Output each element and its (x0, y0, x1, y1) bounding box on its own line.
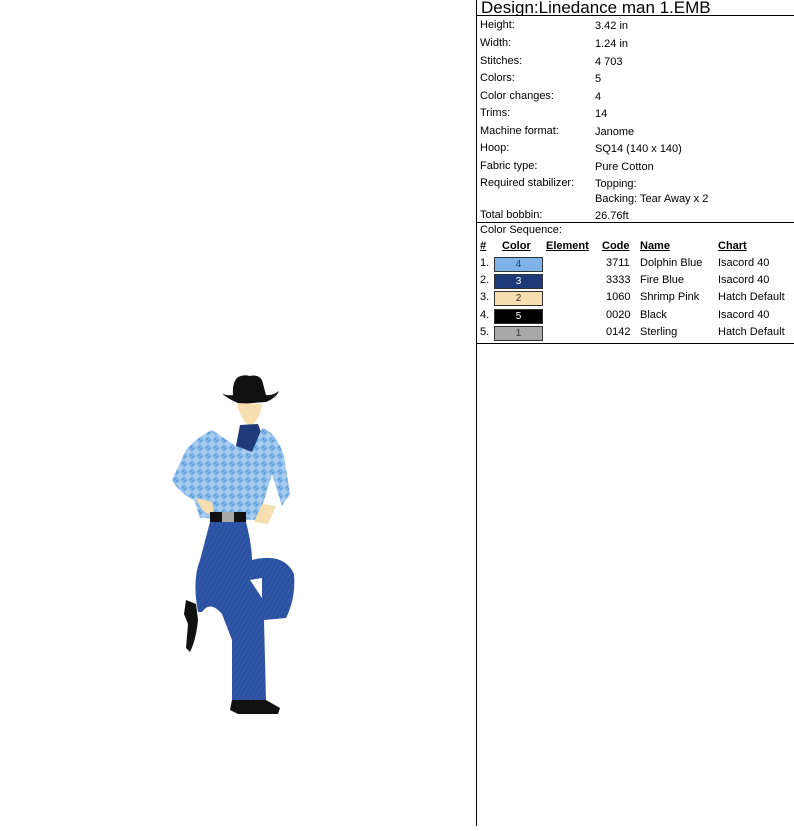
header-color: Color (502, 240, 531, 252)
thread-name: Black (640, 309, 667, 321)
color-swatch: 3 (494, 274, 543, 289)
color-swatch: 2 (494, 291, 543, 306)
thread-code: 0020 (606, 309, 631, 321)
thread-code: 3711 (606, 257, 630, 269)
header-name: Name (640, 240, 670, 252)
thread-chart: Hatch Default (718, 326, 785, 338)
thread-chart: Hatch Default (718, 291, 785, 303)
thread-code: 0142 (606, 326, 631, 338)
thread-chart: Isacord 40 (718, 274, 770, 286)
row-number: 2. (480, 274, 490, 286)
thread-name: Dolphin Blue (640, 257, 703, 269)
thread-chart: Isacord 40 (718, 257, 770, 269)
header-chart: Chart (718, 240, 747, 252)
design-title: Design:Linedance man 1.EMB (477, 0, 794, 16)
row-number: 3. (480, 291, 490, 303)
color-swatch: 1 (494, 326, 543, 341)
row-number: 4. (480, 309, 490, 321)
cowboy-dancer-embroidery (172, 375, 295, 714)
header-code: Code (602, 240, 630, 252)
header-element: Element (546, 240, 589, 252)
color-swatch: 5 (494, 309, 543, 324)
properties-table: Height: 3.42 in Width: 1.24 in Stitches:… (477, 16, 794, 223)
thread-name: Shrimp Pink (640, 291, 700, 303)
design-info-panel: Design:Linedance man 1.EMB Height: 3.42 … (477, 0, 794, 344)
color-sequence-title: Color Sequence: (480, 224, 562, 236)
header-number: # (480, 240, 487, 252)
row-number: 1. (480, 257, 490, 269)
color-sequence-table: Color Sequence: # Color Element Code Nam… (477, 223, 794, 344)
thread-name: Sterling (640, 326, 678, 338)
row-number: 5. (480, 326, 490, 338)
thread-code: 1060 (606, 291, 631, 303)
color-swatch: 4 (494, 257, 543, 272)
design-preview (0, 0, 476, 826)
thread-name: Fire Blue (640, 274, 685, 286)
thread-code: 3333 (606, 274, 631, 286)
thread-chart: Isacord 40 (718, 309, 770, 321)
